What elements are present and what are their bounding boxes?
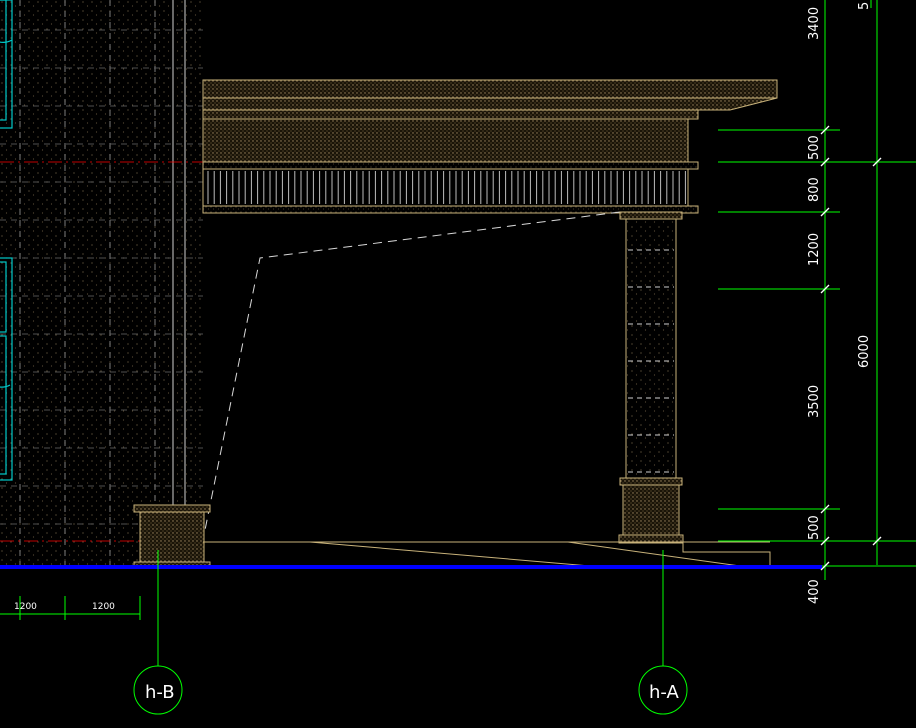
canopy [202,79,778,214]
dim-500-bottom: 500 [807,515,822,540]
dim-3400: 3400 [807,7,822,40]
steps [203,541,771,567]
bottom-dims: 1200 1200 [0,596,141,620]
elevation-drawing: 3400 500 800 1200 3500 500 400 6000 5 12… [0,0,916,715]
dim-1200-a: 1200 [14,602,37,612]
dimension-labels: 3400 500 800 1200 3500 500 400 6000 5 [807,2,872,604]
hidden-outline [204,211,621,531]
dim-500-top: 500 [807,135,822,160]
dim-400: 400 [807,579,822,604]
dim-800: 800 [807,177,822,202]
dim-3500: 3500 [807,385,822,418]
axis-bubble-hA: h-A [649,682,680,703]
ground-line [0,565,822,569]
dim-top-edge: 5 [857,2,872,10]
building-wall [0,0,203,565]
axis-bubble-hB: h-B [145,682,175,703]
column-right [618,211,684,544]
axis-markers [133,550,688,715]
dim-1200: 1200 [807,233,822,266]
dim-1200-b: 1200 [92,602,115,612]
dim-6000: 6000 [857,335,872,368]
column-left-base [133,504,211,567]
